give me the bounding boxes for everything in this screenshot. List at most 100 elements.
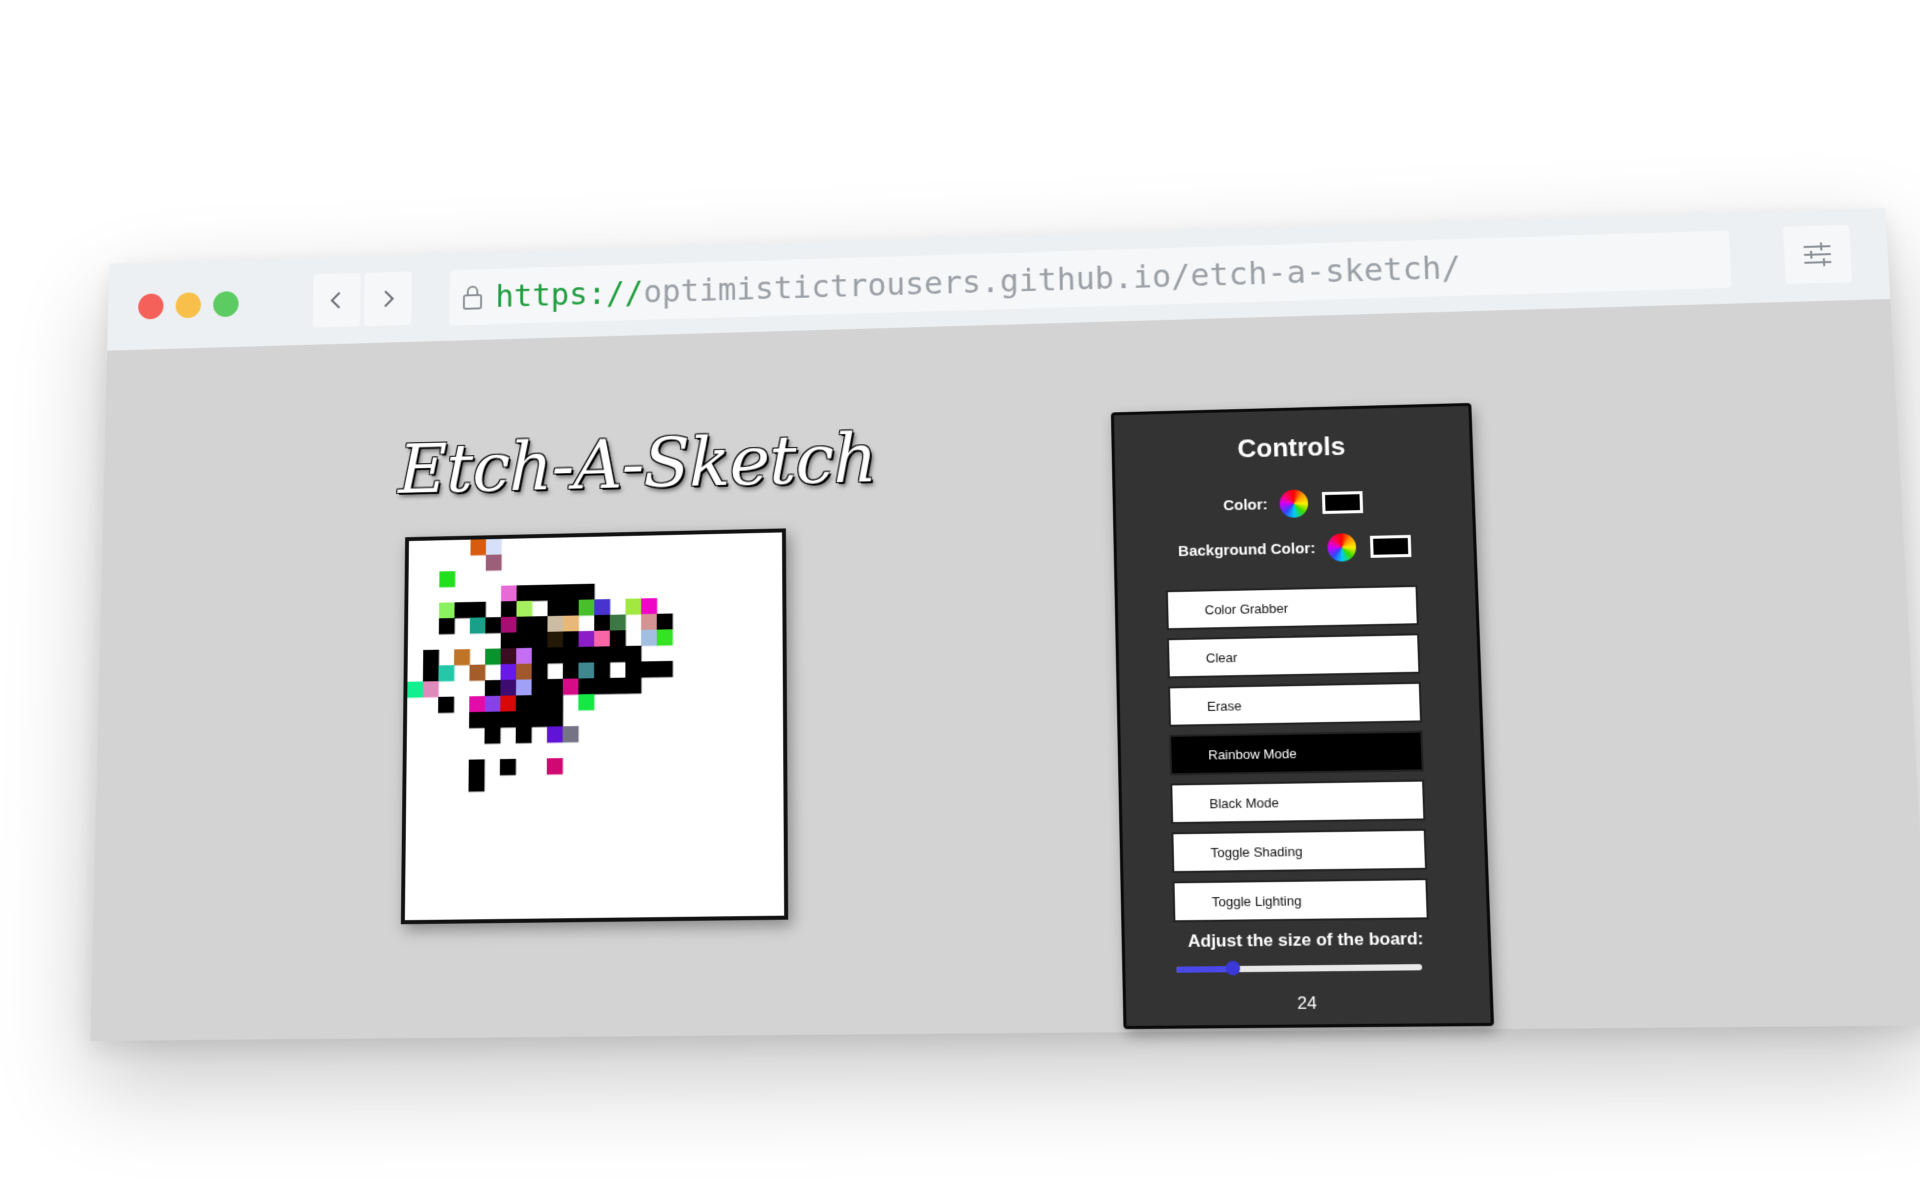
grid-cell[interactable]	[515, 695, 532, 712]
grid-cell[interactable]	[656, 629, 673, 646]
grid-cell[interactable]	[470, 539, 487, 556]
clear-button[interactable]: Clear	[1166, 633, 1421, 679]
grid-cell[interactable]	[656, 660, 673, 678]
grid-cell[interactable]	[500, 679, 517, 697]
grid-cell[interactable]	[609, 614, 626, 631]
grid-cell[interactable]	[516, 616, 533, 633]
grid-cell[interactable]	[422, 681, 439, 698]
grid-cell[interactable]	[547, 584, 564, 601]
grid-cell[interactable]	[516, 663, 533, 681]
close-window-button[interactable]	[137, 293, 164, 320]
grid-cell[interactable]	[422, 665, 439, 682]
back-button[interactable]	[312, 273, 361, 328]
grid-cell[interactable]	[594, 662, 611, 679]
grid-cell[interactable]	[500, 616, 517, 634]
grid-cell[interactable]	[547, 647, 564, 664]
grid-cell[interactable]	[438, 696, 455, 714]
grid-cell[interactable]	[531, 631, 548, 649]
grid-cell[interactable]	[531, 694, 548, 712]
toggle-shading-button[interactable]: Toggle Shading	[1171, 828, 1428, 874]
grid-cell[interactable]	[609, 645, 626, 663]
color-wheel-icon[interactable]	[1279, 489, 1309, 518]
grid-cell[interactable]	[501, 585, 518, 602]
grid-cell[interactable]	[500, 663, 517, 681]
grid-cell[interactable]	[485, 617, 502, 634]
grid-cell[interactable]	[469, 664, 486, 681]
grid-cell[interactable]	[469, 617, 486, 634]
grid-cell[interactable]	[485, 648, 502, 665]
grid-cell[interactable]	[625, 598, 642, 615]
maximize-window-button[interactable]	[212, 291, 239, 318]
grid-cell[interactable]	[500, 695, 517, 712]
black-mode-button[interactable]: Black Mode	[1170, 779, 1426, 825]
grid-cell[interactable]	[625, 677, 642, 694]
grid-cell[interactable]	[469, 696, 486, 713]
grid-cell[interactable]	[469, 601, 486, 619]
grid-cell[interactable]	[468, 759, 485, 776]
grid-cell[interactable]	[594, 646, 611, 663]
grid-cell[interactable]	[499, 758, 516, 776]
grid-cell[interactable]	[516, 585, 533, 602]
grid-cell[interactable]	[547, 694, 564, 712]
grid-cell[interactable]	[454, 649, 471, 666]
grid-cell[interactable]	[563, 615, 580, 632]
sketch-board[interactable]	[400, 528, 789, 925]
grid-cell[interactable]	[578, 662, 595, 679]
grid-cell[interactable]	[454, 602, 471, 619]
grid-cell[interactable]	[546, 726, 564, 743]
grid-cell[interactable]	[515, 726, 532, 744]
grid-cell[interactable]	[515, 710, 532, 728]
grid-cell[interactable]	[641, 613, 658, 631]
grid-cell[interactable]	[562, 678, 579, 696]
grid-cell[interactable]	[546, 758, 563, 775]
grid-cell[interactable]	[625, 661, 642, 679]
grid-cell[interactable]	[438, 665, 455, 682]
rainbow-mode-button[interactable]: Rainbow Mode	[1169, 730, 1424, 776]
grid-cell[interactable]	[594, 677, 611, 695]
grid-cell[interactable]	[438, 602, 455, 619]
grid-cell[interactable]	[484, 679, 501, 697]
grid-cell[interactable]	[641, 661, 658, 678]
grid-cell[interactable]	[641, 629, 658, 647]
grid-cell[interactable]	[485, 554, 502, 571]
grid-cell[interactable]	[625, 645, 642, 663]
grid-cell[interactable]	[578, 599, 595, 616]
grid-cell[interactable]	[531, 663, 548, 680]
grid-cell[interactable]	[547, 615, 564, 633]
grid-cell[interactable]	[562, 646, 579, 664]
grid-cell[interactable]	[531, 616, 548, 633]
grid-cell[interactable]	[500, 711, 517, 728]
grid-cell[interactable]	[500, 632, 517, 649]
grid-cell[interactable]	[562, 726, 579, 743]
toggle-lighting-button[interactable]: Toggle Lighting	[1172, 878, 1429, 923]
grid-cell[interactable]	[500, 648, 517, 665]
grid-cell[interactable]	[484, 695, 501, 713]
grid-cell[interactable]	[515, 679, 533, 696]
grid-cell[interactable]	[516, 632, 533, 649]
grid-cell[interactable]	[641, 598, 658, 615]
grid-cell[interactable]	[562, 662, 579, 680]
grid-cell[interactable]	[547, 631, 564, 648]
color-grabber-button[interactable]: Color Grabber	[1165, 584, 1419, 631]
grid-cell[interactable]	[485, 538, 502, 556]
grid-cell[interactable]	[547, 710, 564, 727]
settings-button[interactable]	[1783, 224, 1853, 285]
grid-cell[interactable]	[562, 631, 579, 648]
grid-cell[interactable]	[578, 678, 595, 695]
sketch-grid[interactable]	[404, 532, 785, 921]
minimize-window-button[interactable]	[175, 292, 202, 319]
color-input[interactable]	[1321, 491, 1364, 514]
grid-cell[interactable]	[594, 614, 611, 632]
grid-cell[interactable]	[578, 630, 595, 648]
grid-cell[interactable]	[563, 599, 580, 617]
grid-cell[interactable]	[407, 681, 424, 698]
grid-cell[interactable]	[532, 584, 549, 602]
grid-cell[interactable]	[484, 711, 501, 729]
grid-cell[interactable]	[578, 646, 595, 664]
grid-cell[interactable]	[594, 630, 611, 648]
grid-cell[interactable]	[468, 775, 485, 792]
grid-cell[interactable]	[609, 630, 626, 647]
grid-cell[interactable]	[563, 584, 580, 601]
grid-cell[interactable]	[547, 600, 564, 617]
grid-cell[interactable]	[484, 727, 501, 744]
